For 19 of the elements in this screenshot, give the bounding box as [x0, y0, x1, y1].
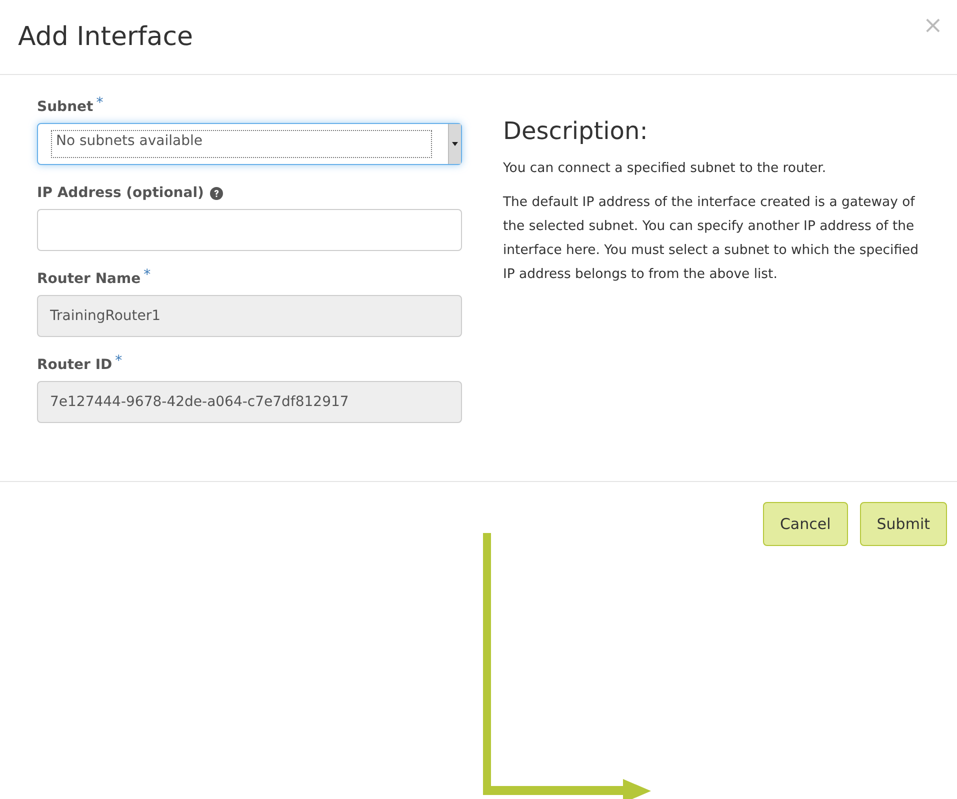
field-label: Subnet — [37, 98, 94, 117]
subnet-dropdown[interactable]: No subnets available — [37, 123, 462, 165]
field-label: IP Address (optional) — [37, 184, 204, 203]
description-text: The default IP address of the interface created is a gateway of the selected subnet. You can specify another IP address of the interface here. You must select a subnet to which the specified IP address belongs to from the above list. — [503, 194, 920, 284]
description-heading: Description: — [503, 117, 649, 145]
submit-button[interactable]: Submit — [860, 502, 947, 546]
required-mark: * — [144, 269, 151, 281]
help-icon[interactable] — [210, 187, 223, 200]
required-mark: * — [115, 355, 122, 367]
input-field[interactable]: 7e127444-9678-42de-a064-c7e7df812917 — [37, 381, 462, 423]
field-label: Router Name — [37, 270, 141, 289]
field-label: Router ID — [37, 356, 112, 375]
caret-icon — [452, 142, 458, 146]
dialog-title: Add Interface — [18, 22, 194, 52]
required-mark: * — [96, 97, 104, 109]
description-text: You can connect a specified subnet to the router. — [503, 160, 828, 178]
cancel-button[interactable]: Cancel — [762, 502, 848, 546]
input-field[interactable] — [37, 209, 462, 251]
input-field[interactable]: TrainingRouter1 — [37, 295, 462, 337]
